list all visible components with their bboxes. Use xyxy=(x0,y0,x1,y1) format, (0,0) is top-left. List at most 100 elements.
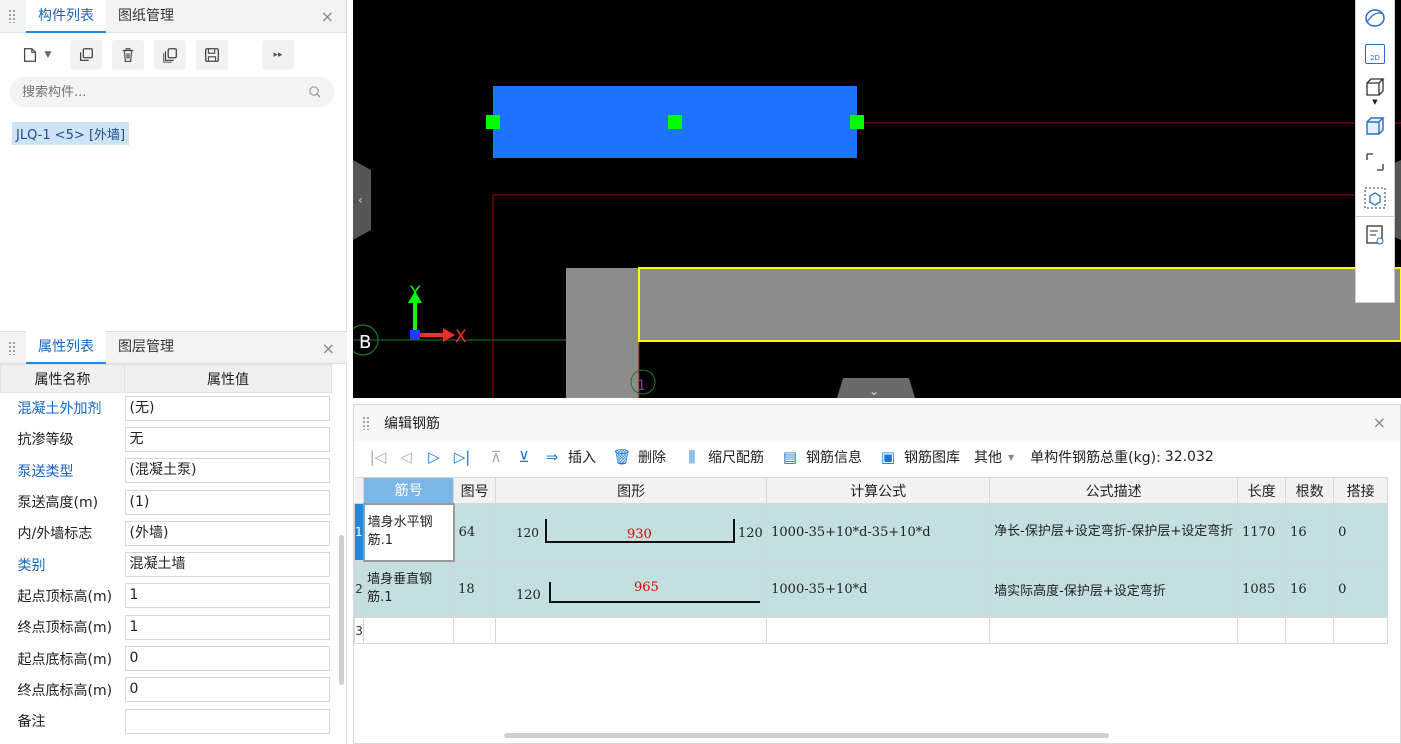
move-down-icon[interactable]: ⊻ xyxy=(512,448,536,466)
col-header-shape[interactable]: 图形 xyxy=(495,477,768,504)
formula-cell[interactable] xyxy=(766,617,991,644)
formula-cell[interactable]: 1000-35+10*d-35+10*d xyxy=(766,503,991,561)
layer-copy-button[interactable] xyxy=(154,40,186,70)
view-list-button[interactable] xyxy=(1356,216,1394,252)
shape-cell[interactable]: 120 965 xyxy=(495,560,768,618)
orbit-button[interactable] xyxy=(1356,0,1394,36)
property-value-field[interactable]: (混凝土泵) xyxy=(124,458,330,484)
property-value-field[interactable]: 混凝土墙 xyxy=(124,552,330,578)
property-row[interactable]: 内/外墙标志 (外墙) xyxy=(0,517,332,550)
table-row[interactable]: 2 墙身垂直钢筋.1 18 120 965 1000-35+10*d 墙实际高度… xyxy=(353,560,1389,618)
save-component-button[interactable] xyxy=(196,40,228,70)
tab-drawing-management[interactable]: 图纸管理 xyxy=(106,0,186,33)
first-icon[interactable]: |◁ xyxy=(366,448,390,466)
next-icon[interactable]: ▷ xyxy=(422,448,446,466)
drawing-canvas[interactable]: Y X B 1 ‹ ⌄ › xyxy=(353,0,1401,398)
tab-property-list[interactable]: 属性列表 xyxy=(26,331,106,364)
col-header-count[interactable]: 根数 xyxy=(1285,477,1335,504)
gray-column[interactable] xyxy=(566,268,639,398)
copy-component-button[interactable] xyxy=(70,40,102,70)
library-icon[interactable]: ▣ xyxy=(876,448,900,466)
2d-view-button[interactable]: 2D xyxy=(1356,36,1394,72)
scale-rebar-button[interactable]: 缩尺配筋 xyxy=(708,447,764,467)
close-icon[interactable]: × xyxy=(1373,413,1386,432)
property-scrollbar[interactable] xyxy=(339,535,344,685)
lap-cell[interactable] xyxy=(1333,617,1389,644)
property-row[interactable]: 备注 xyxy=(0,705,332,738)
chevron-down-icon[interactable]: ▼ xyxy=(45,50,52,60)
property-value-field[interactable]: (无) xyxy=(124,395,330,421)
drag-grip-icon[interactable] xyxy=(8,340,16,355)
prev-icon[interactable]: ◁ xyxy=(394,448,418,466)
delete-icon[interactable]: 🗑 xyxy=(610,448,634,466)
chevron-down-icon[interactable]: ▼ xyxy=(1008,453,1014,462)
search-input[interactable] xyxy=(22,84,272,100)
description-cell[interactable]: 净长-保护层+设定弯折-保护层+设定弯折 xyxy=(989,503,1239,561)
rebar-table-scrollbar[interactable] xyxy=(504,733,1109,738)
tab-layer-management[interactable]: 图层管理 xyxy=(106,331,186,364)
section-box-button[interactable] xyxy=(1356,144,1394,180)
row-index[interactable]: 3 xyxy=(353,617,365,644)
col-header-description[interactable]: 公式描述 xyxy=(989,477,1239,504)
insert-icon[interactable]: ⇒ xyxy=(540,448,564,466)
col-header-lap[interactable]: 搭接 xyxy=(1333,477,1389,504)
close-icon[interactable]: × xyxy=(321,7,334,26)
shape-cell[interactable]: 120 930 120 xyxy=(495,503,768,561)
tab-component-list[interactable]: 构件列表 xyxy=(26,0,106,33)
property-row[interactable]: 起点顶标高(m) 1 xyxy=(0,580,332,613)
grip-end[interactable] xyxy=(850,115,864,129)
table-row[interactable]: 3 xyxy=(353,617,1389,644)
bar-name-cell[interactable] xyxy=(363,617,455,644)
lap-cell[interactable]: 0 xyxy=(1333,503,1389,561)
info-icon[interactable]: ▤ xyxy=(778,448,802,466)
length-cell[interactable]: 1085 xyxy=(1237,560,1287,618)
property-value-field[interactable] xyxy=(124,708,330,734)
table-row[interactable]: 1 墙身水平钢筋.1 64 120 930 120 1000-35+10*d-3… xyxy=(353,502,1389,562)
fig-no-cell[interactable] xyxy=(453,617,497,644)
property-row[interactable]: 泵送类型 (混凝土泵) xyxy=(0,455,332,487)
lap-cell[interactable]: 0 xyxy=(1333,560,1389,618)
drag-grip-icon[interactable] xyxy=(362,416,370,430)
col-header-bar-no[interactable]: 筋号 xyxy=(363,477,455,504)
count-cell[interactable]: 16 xyxy=(1285,560,1335,618)
3d-solid-button[interactable] xyxy=(1356,108,1394,144)
property-value-field[interactable]: (1) xyxy=(124,489,330,515)
property-value-field[interactable]: 0 xyxy=(124,677,330,703)
rebar-info-button[interactable]: 钢筋信息 xyxy=(806,447,862,467)
drag-grip-icon[interactable] xyxy=(8,9,16,23)
col-header-length[interactable]: 长度 xyxy=(1237,477,1287,504)
formula-cell[interactable]: 1000-35+10*d xyxy=(766,560,991,618)
insert-button[interactable]: 插入 xyxy=(568,447,596,467)
grip-start[interactable] xyxy=(486,115,500,129)
description-cell[interactable] xyxy=(989,617,1239,644)
count-cell[interactable]: 16 xyxy=(1285,503,1335,561)
fig-no-cell[interactable]: 18 xyxy=(453,560,497,618)
property-row[interactable]: 终点顶标高(m) 1 xyxy=(0,611,332,644)
last-icon[interactable]: ▷| xyxy=(450,448,474,466)
rebar-library-button[interactable]: 钢筋图库 xyxy=(904,447,960,467)
property-row[interactable]: 泵送高度(m) (1) xyxy=(0,486,332,519)
length-cell[interactable]: 1170 xyxy=(1237,503,1287,561)
fig-no-cell[interactable]: 64 xyxy=(453,503,497,561)
length-cell[interactable] xyxy=(1237,617,1287,644)
bar-name-cell[interactable]: 墙身水平钢筋.1 xyxy=(362,502,455,562)
bar-name-cell[interactable]: 墙身垂直钢筋.1 xyxy=(363,560,455,618)
col-header-formula[interactable]: 计算公式 xyxy=(766,477,991,504)
property-value-field[interactable]: 0 xyxy=(124,646,330,672)
chevron-down-icon[interactable]: ▼ xyxy=(1372,98,1377,106)
other-button[interactable]: 其他 xyxy=(974,447,1002,467)
component-list-item[interactable]: JLQ-1 <5> [外墙] xyxy=(12,122,130,145)
3d-view-button[interactable]: ▼ xyxy=(1356,72,1394,108)
col-header-fig-no[interactable]: 图号 xyxy=(453,477,497,504)
property-row[interactable]: 抗渗等级无 xyxy=(0,423,332,456)
description-cell[interactable]: 墙实际高度-保护层+设定弯折 xyxy=(989,560,1239,618)
drawing-viewport[interactable]: Y X B 1 ‹ ⌄ › xyxy=(353,0,1401,398)
row-index[interactable]: 2 xyxy=(353,560,365,618)
move-up-icon[interactable]: ⊼ xyxy=(484,448,508,466)
property-row[interactable]: 混凝土外加剂 (无) xyxy=(0,392,332,425)
property-row[interactable]: 起点底标高(m) 0 xyxy=(0,642,332,675)
grip-mid[interactable] xyxy=(668,115,682,129)
property-value-field[interactable]: (外墙) xyxy=(124,520,330,546)
highlighted-wall[interactable] xyxy=(638,267,1401,342)
property-value-field[interactable]: 1 xyxy=(124,583,330,609)
